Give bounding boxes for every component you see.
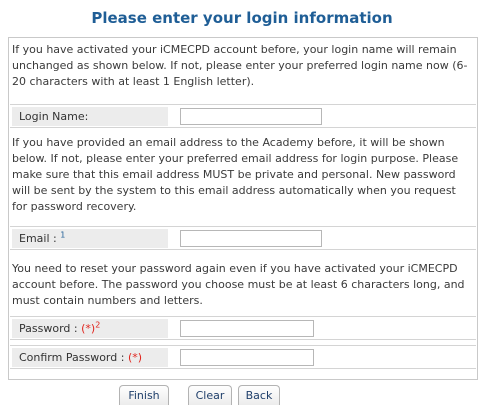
password-label: Password : (*)2 <box>12 319 168 338</box>
confirm-password-label-text: Confirm Password : <box>19 351 128 364</box>
email-input[interactable] <box>180 230 322 247</box>
finish-button[interactable]: Finish <box>119 385 169 405</box>
password-input[interactable] <box>180 320 314 337</box>
password-label-text: Password : <box>19 322 82 335</box>
form-title: Please enter your login information <box>91 9 393 27</box>
password-required-marker: (*) <box>81 322 96 335</box>
confirm-password-row: Confirm Password : (*) <box>10 345 476 369</box>
email-row: Email : 1 <box>10 226 476 250</box>
email-footnote-marker: 1 <box>60 230 66 240</box>
password-footnote-marker: 2 <box>95 320 101 330</box>
confirm-password-label: Confirm Password : (*) <box>12 348 168 367</box>
email-label: Email : 1 <box>12 229 168 248</box>
email-label-text: Email : <box>19 232 61 245</box>
login-name-row: Login Name: <box>10 104 476 128</box>
password-row: Password : (*)2 <box>10 316 476 340</box>
back-button[interactable]: Back <box>238 385 280 405</box>
password-instructions: You need to reset your password again ev… <box>12 262 465 307</box>
login-instructions: If you have activated your iCMECPD accou… <box>12 43 468 88</box>
login-name-input[interactable] <box>180 108 322 125</box>
login-name-label: Login Name: <box>12 107 168 126</box>
clear-button[interactable]: Clear <box>188 385 232 405</box>
confirm-password-required-marker: (*) <box>127 351 143 364</box>
email-instructions: If you have provided an email address to… <box>12 136 459 213</box>
confirm-password-input[interactable] <box>180 349 314 366</box>
